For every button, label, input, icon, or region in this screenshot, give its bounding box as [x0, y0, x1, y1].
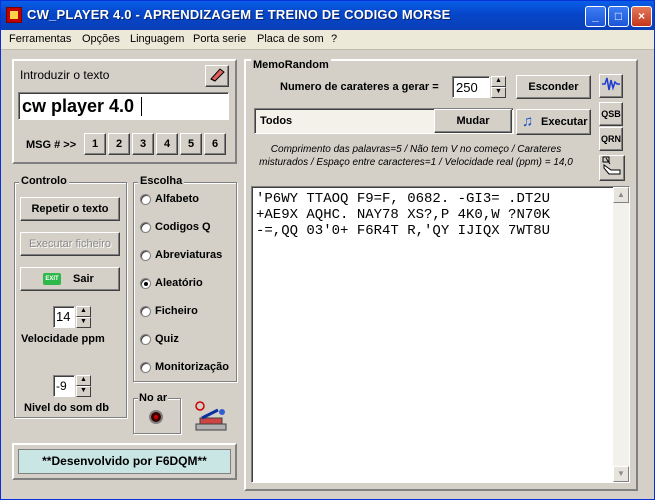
option-codigos-q-label[interactable]: Codigos Q — [155, 221, 211, 233]
morse-key-icon[interactable] — [194, 400, 230, 434]
menu-bar: Ferramentas Opções Linguagem Porta serie… — [1, 30, 654, 50]
speed-value: 14 — [56, 309, 71, 324]
controlo-group: Controlo Repetir o texto Executar fichei… — [14, 175, 127, 418]
menu-linguagem[interactable]: Linguagem — [130, 33, 184, 45]
memorandom-title: MemoRandom — [251, 59, 331, 71]
msg-button-4[interactable]: 4 — [156, 133, 178, 155]
app-icon — [6, 7, 22, 23]
option-quiz-label[interactable]: Quiz — [155, 333, 179, 345]
maximize-button[interactable]: □ — [608, 6, 629, 27]
qrn-button[interactable]: QRN — [599, 127, 623, 151]
controlo-title: Controlo — [19, 175, 69, 187]
window-title: CW_PLAYER 4.0 - APRENDIZAGEM E TREINO DE… — [27, 7, 451, 22]
menu-placa-de-som[interactable]: Placa de som — [257, 33, 324, 45]
hide-button[interactable]: Esconder — [516, 75, 591, 99]
sound-level-input[interactable]: -9 — [53, 375, 75, 397]
msg-label: MSG # >> — [26, 139, 77, 151]
radio-codigos-q[interactable] — [140, 222, 151, 233]
intro-panel: Introduzir o texto cw player 4.0 MSG # >… — [12, 59, 237, 164]
speed-down-button[interactable]: ▼ — [76, 317, 91, 328]
scroll-up-arrow-icon[interactable]: ▲ — [613, 187, 629, 203]
menu-help[interactable]: ? — [331, 33, 337, 45]
sound-level-label: Nivel do som db — [24, 402, 109, 414]
menu-opcoes[interactable]: Opções — [82, 33, 120, 45]
clear-text-button[interactable] — [205, 65, 229, 87]
option-aleatorio-label[interactable]: Aleatório — [155, 277, 203, 289]
msg-button-3[interactable]: 3 — [132, 133, 154, 155]
vertical-scrollbar[interactable]: ▲ ▼ — [613, 187, 629, 482]
minimize-button[interactable]: _ — [585, 6, 606, 27]
morse-line-1: 'P6WY TTAOQ F9=F, 0682. -GI3= .DT2U — [256, 191, 551, 207]
title-bar[interactable]: CW_PLAYER 4.0 - APRENDIZAGEM E TREINO DE… — [1, 1, 654, 30]
waveform-icon — [602, 77, 620, 91]
repeat-text-button[interactable]: Repetir o texto — [20, 197, 120, 221]
exit-label: Sair — [73, 273, 94, 285]
on-air-led-icon — [149, 410, 163, 424]
exit-button[interactable]: EXIT Sair — [20, 267, 120, 291]
option-ficheiro-label[interactable]: Ficheiro — [155, 305, 198, 317]
developer-credit: **Desenvolvido por F6DQM** — [18, 449, 231, 474]
msg-button-6[interactable]: 6 — [204, 133, 226, 155]
msg-button-1[interactable]: 1 — [84, 133, 106, 155]
eraser-icon — [210, 68, 225, 82]
speed-up-button[interactable]: ▲ — [76, 306, 91, 317]
escolha-group: Escolha Alfabeto Codigos Q Abreviaturas … — [133, 175, 237, 382]
option-alfabeto-label[interactable]: Alfabeto — [155, 193, 199, 205]
hand-tool-button[interactable] — [599, 155, 625, 181]
hand-pointer-icon — [602, 156, 621, 175]
qsb-button[interactable]: QSB — [599, 102, 623, 126]
radio-abreviaturas[interactable] — [140, 250, 151, 261]
footer-panel: **Desenvolvido por F6DQM** — [12, 443, 237, 480]
music-note-icon: ♫ — [522, 113, 534, 130]
sound-up-button[interactable]: ▲ — [76, 375, 91, 386]
main-window: CW_PLAYER 4.0 - APRENDIZAGEM E TREINO DE… — [0, 0, 655, 500]
execute-label: Executar — [541, 116, 588, 128]
char-count-value: 250 — [456, 80, 478, 95]
waveform-button[interactable] — [599, 74, 623, 98]
char-filter-value: Todos — [260, 115, 293, 127]
msg-button-5[interactable]: 5 — [180, 133, 202, 155]
sound-level-value: -9 — [56, 379, 67, 393]
speed-label: Velocidade ppm — [21, 333, 105, 345]
msg-button-2[interactable]: 2 — [108, 133, 130, 155]
morse-line-3: -=,QQ 03'0+ F6R4T R,'QY IJIQX 7WT8U — [256, 223, 551, 239]
scroll-down-arrow-icon[interactable]: ▼ — [613, 466, 629, 482]
morse-output-textarea[interactable]: 'P6WY TTAOQ F9=F, 0682. -GI3= .DT2U +AE9… — [251, 186, 630, 483]
morse-output-text: 'P6WY TTAOQ F9=F, 0682. -GI3= .DT2U +AE9… — [256, 191, 550, 239]
char-count-down-button[interactable]: ▼ — [491, 87, 506, 98]
exit-icon: EXIT — [43, 273, 61, 285]
on-air-group: No ar — [133, 392, 181, 434]
close-button[interactable]: × — [631, 6, 652, 27]
on-air-label: No ar — [138, 392, 169, 404]
intro-label: Introduzir o texto — [20, 68, 110, 82]
menu-porta-serie[interactable]: Porta serie — [193, 33, 246, 45]
speed-input[interactable]: 14 — [53, 306, 75, 328]
memorandom-panel: MemoRandom Numero de carateres a gerar =… — [244, 59, 638, 491]
radio-monitorizacao[interactable] — [140, 362, 151, 373]
intro-text-value: cw player 4.0 — [22, 96, 135, 116]
radio-aleatorio[interactable] — [140, 278, 151, 289]
radio-quiz[interactable] — [140, 334, 151, 345]
execute-button[interactable]: ♫ Executar — [516, 109, 591, 135]
menu-ferramentas[interactable]: Ferramentas — [9, 33, 71, 45]
change-button[interactable]: Mudar — [434, 109, 512, 133]
run-file-button[interactable]: Executar ficheiro — [20, 232, 120, 256]
radio-ficheiro[interactable] — [140, 306, 151, 317]
escolha-title: Escolha — [138, 175, 185, 187]
char-count-label: Numero de carateres a gerar = — [280, 81, 439, 93]
morse-line-2: +AE9X AQHC. NAY78 XS?,P 4K0,W ?N70K — [256, 207, 551, 223]
char-count-up-button[interactable]: ▲ — [491, 76, 506, 87]
intro-text-input[interactable]: cw player 4.0 — [18, 92, 229, 120]
option-abreviaturas-label[interactable]: Abreviaturas — [155, 249, 222, 261]
sound-down-button[interactable]: ▼ — [76, 386, 91, 397]
generation-info: Comprimento das palavras=5 / Não tem V n… — [259, 144, 573, 168]
option-monitorizacao-label[interactable]: Monitorização — [155, 361, 229, 373]
text-caret — [141, 97, 142, 116]
radio-alfabeto[interactable] — [140, 194, 151, 205]
char-count-input[interactable]: 250 — [452, 76, 490, 98]
